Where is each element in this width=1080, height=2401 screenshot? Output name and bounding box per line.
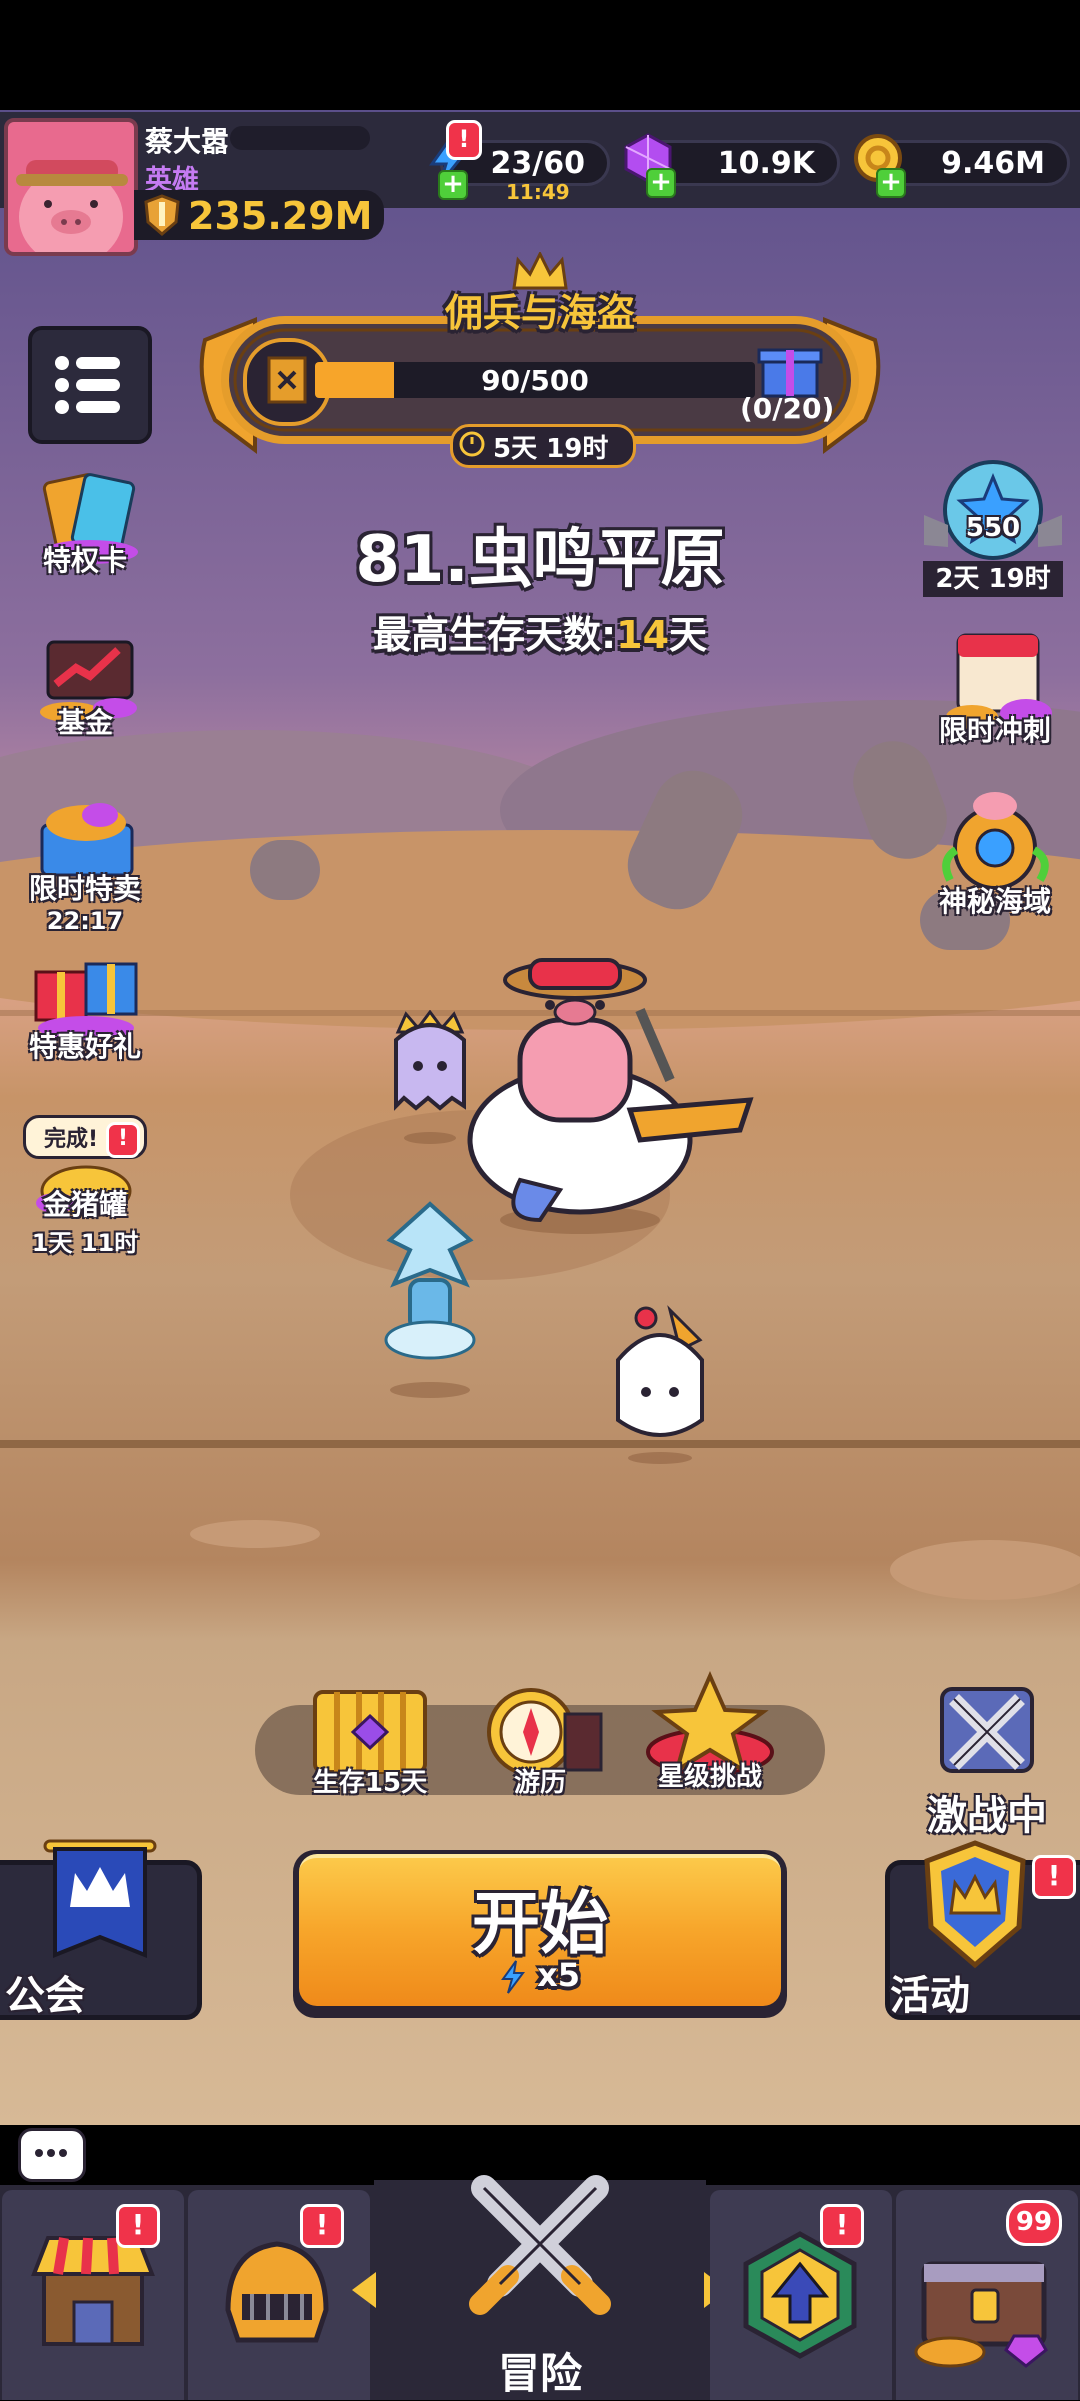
sword-shield-icon — [140, 192, 184, 238]
helmet-icon — [225, 2241, 329, 2343]
mystery-sea-button[interactable]: 神秘海域 — [920, 790, 1070, 920]
privilege-card-button[interactable]: 特权卡 — [10, 470, 160, 579]
crossed-swords-icon — [469, 2175, 611, 2315]
limited-sale-label: 限时特卖 — [28, 872, 141, 905]
best-survival-days: 14 — [616, 613, 670, 657]
piggy-complete-text: 完成! — [44, 1127, 99, 1152]
star-badge-icon — [924, 460, 1062, 560]
travel-mode-button[interactable]: 游历 — [465, 1680, 615, 1799]
piggy-bank-button[interactable]: 完成! ! 金猪罐 1天 11时 — [10, 1115, 160, 1258]
event-timer: 5天 19时 — [493, 434, 609, 464]
activity-alert-badge: ! — [1032, 1855, 1076, 1899]
piggy-alert-badge: ! — [106, 1122, 140, 1158]
nav-hero[interactable]: ! — [188, 2190, 370, 2400]
icecream-pet — [600, 1300, 720, 1470]
menu-button[interactable] — [28, 326, 152, 444]
add-gold-button[interactable]: + — [876, 168, 906, 198]
gift-box-icon[interactable] — [755, 338, 825, 400]
start-cost: x5 — [293, 1956, 787, 1994]
survive-mode-button[interactable]: 生存15天 — [295, 1680, 445, 1799]
fund-button[interactable]: 基金 — [10, 630, 160, 741]
best-survival-unit: 天 — [669, 613, 708, 657]
piggy-complete-bubble: 完成! ! — [23, 1115, 147, 1159]
chest-count-badge: 99 — [1006, 2200, 1062, 2246]
start-label: 开始 — [471, 1885, 608, 1964]
star-count: 550 — [965, 513, 1021, 543]
name-bar — [230, 126, 370, 150]
gems-value: 10.9K — [717, 145, 815, 181]
start-cost-value: x5 — [537, 1956, 581, 1994]
battle-label: 激战中 — [927, 1793, 1047, 1839]
energy-value: 23/60 — [490, 145, 585, 181]
guild-label: 公会 — [5, 1973, 85, 2019]
battle-button[interactable]: 激战中 — [912, 1675, 1062, 1841]
limited-sprint-label: 限时冲刺 — [938, 714, 1051, 747]
piggy-bank-timer: 1天 11时 — [31, 1229, 139, 1257]
special-gift-label: 特惠好礼 — [28, 1030, 141, 1063]
stopwatch-icon — [457, 428, 487, 458]
special-gift-button[interactable]: 特惠好礼 — [10, 950, 160, 1065]
add-gems-button[interactable]: + — [646, 168, 676, 198]
survive-mode-label: 生存15天 — [312, 1768, 428, 1798]
nav-adventure[interactable]: 冒险 — [374, 2175, 706, 2400]
star-challenge-button[interactable]: 星级挑战 — [635, 1670, 785, 1793]
energy-alert-badge: ! — [446, 120, 482, 160]
nav-upgrade[interactable]: ! — [710, 2190, 892, 2400]
player-power: 235.29M — [188, 194, 373, 238]
activity-button[interactable]: 活动 ! — [885, 1840, 1080, 2020]
guild-button[interactable]: 公会 — [0, 1839, 202, 2020]
best-survival: 最高生存天数:14天 — [0, 604, 1080, 659]
chat-bubble-icon — [35, 2149, 67, 2157]
add-energy-button[interactable]: + — [438, 170, 468, 200]
start-button[interactable]: 开始 x5 — [293, 1850, 787, 2018]
star-pass-button[interactable]: 550 2天 19时 — [918, 455, 1068, 597]
shop-alert-badge: ! — [116, 2204, 160, 2248]
activity-label: 活动 — [890, 1973, 970, 2019]
crossed-swords-icon — [940, 1687, 1034, 1773]
nav-left-arrow-icon[interactable] — [352, 2272, 376, 2308]
star-timer: 2天 19时 — [923, 561, 1063, 597]
chat-button[interactable] — [18, 2128, 86, 2182]
event-title: 佣兵与海盗 — [444, 291, 635, 335]
player-avatar[interactable] — [4, 118, 138, 256]
energy-timer: 11:49 — [506, 180, 570, 204]
event-progress-text: 90/500 — [481, 364, 589, 397]
ghost-king-pet — [380, 1009, 480, 1150]
event-reward-count: (0/20) — [740, 392, 835, 425]
best-survival-label: 最高生存天数: — [372, 613, 617, 657]
nav-chest[interactable]: 99 — [896, 2190, 1078, 2400]
limited-sprint-button[interactable]: 限时冲刺 — [920, 625, 1070, 749]
event-banner[interactable]: 佣兵与海盗 90/500 (0/20) 5天 19时 — [195, 250, 885, 468]
lightning-icon — [501, 1960, 525, 1994]
limited-sale-timer: 22:17 — [46, 907, 124, 935]
ice-crystal-pet — [370, 1200, 490, 1400]
nav-adventure-label: 冒险 — [497, 2349, 582, 2398]
chest-icon — [914, 2261, 1048, 2368]
hero-alert-badge: ! — [300, 2204, 344, 2248]
crown-shield-icon — [924, 1840, 1026, 1969]
gold-value: 9.46M — [941, 145, 1045, 181]
hero-pig-on-pelican — [440, 950, 770, 1240]
hamburger-icon — [55, 356, 120, 414]
nav-shop[interactable]: ! — [2, 2190, 184, 2400]
upgrade-alert-badge: ! — [820, 2204, 864, 2248]
player-name: 蔡大嚣 — [145, 125, 230, 158]
mystery-sea-label: 神秘海域 — [938, 885, 1051, 918]
limited-sale-button[interactable]: 限时特卖 22:17 — [10, 785, 160, 935]
